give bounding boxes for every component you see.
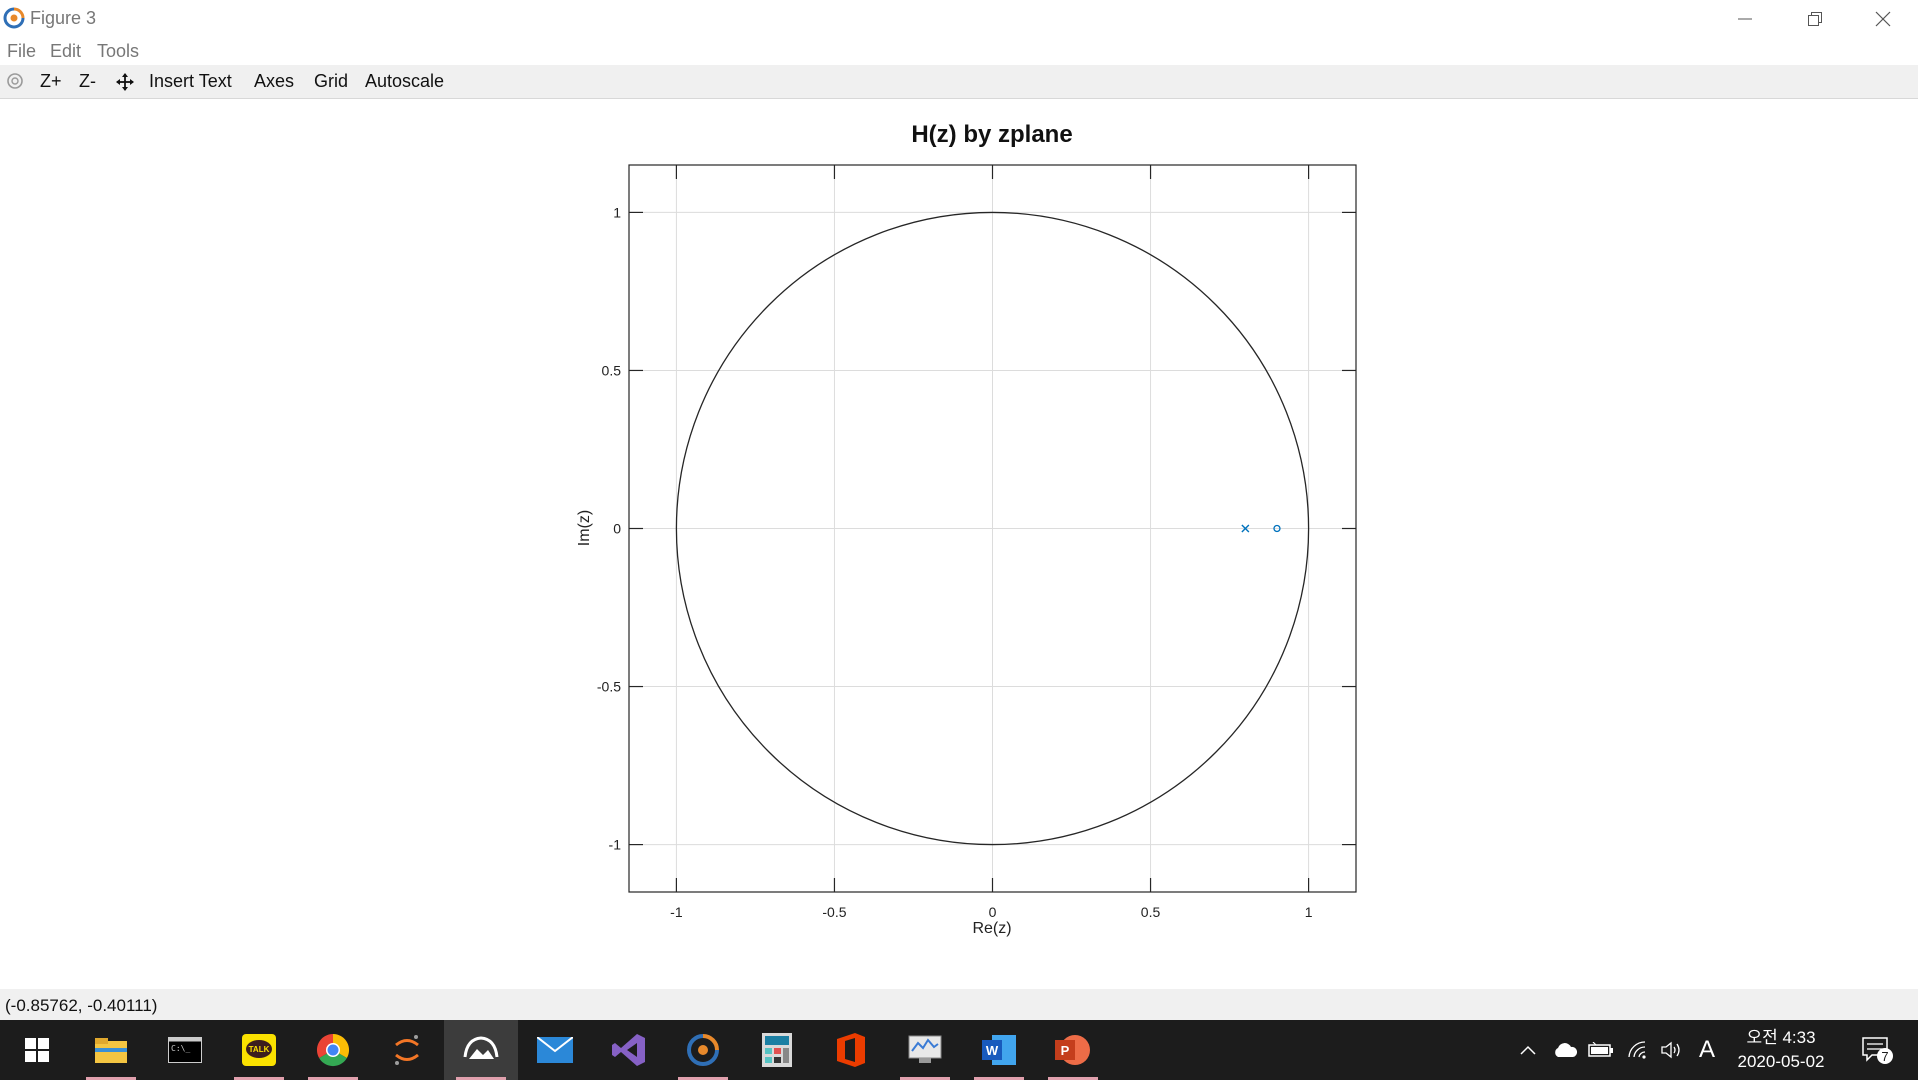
tray-network[interactable] — [1623, 1020, 1653, 1080]
taskbar-office[interactable] — [814, 1020, 888, 1080]
show-hidden-icons[interactable] — [1514, 1020, 1542, 1080]
y-tick-label: 0 — [613, 521, 621, 537]
zplane-plot: H(z) by zplane -1 -0.5 0 0.5 1 1 0.5 0 -0.5 -1 Re… — [576, 121, 1357, 937]
cloud-icon — [1555, 1043, 1578, 1057]
restore-icon — [1808, 11, 1822, 26]
pan-icon — [116, 73, 134, 91]
octave-icon — [687, 1034, 719, 1066]
taskbar-photos[interactable] — [444, 1020, 518, 1080]
autoscale-button[interactable]: Autoscale — [365, 71, 444, 92]
taskbar-kakaotalk[interactable]: TALK — [222, 1020, 296, 1080]
jupyter-icon — [395, 1035, 419, 1065]
axis-ticks: -1 -0.5 0 0.5 1 1 0.5 0 -0.5 -1 — [597, 165, 1356, 920]
clock-date: 2020-05-02 — [1737, 1052, 1825, 1071]
status-bar: (-0.85762, -0.40111) — [0, 989, 1918, 1020]
x-tick-label: 0.5 — [1141, 904, 1161, 920]
office-icon — [837, 1033, 865, 1067]
close-button[interactable] — [1848, 0, 1918, 37]
taskbar-jupyter[interactable] — [370, 1020, 444, 1080]
octave-app-icon — [3, 7, 25, 29]
battery-icon — [1588, 1042, 1613, 1057]
menu-bar: File Edit Tools — [0, 37, 1918, 65]
photos-icon — [463, 1036, 499, 1059]
taskbar-clock[interactable]: 오전 4:33 2020-05-02 — [1716, 1026, 1846, 1074]
start-button[interactable] — [0, 1020, 74, 1080]
x-tick-label: 1 — [1305, 904, 1313, 920]
grid-lines — [629, 165, 1356, 892]
calculator-icon — [762, 1033, 792, 1067]
rotate-button[interactable] — [6, 72, 24, 95]
close-icon — [1875, 11, 1891, 26]
notification-count: 7 — [1881, 1049, 1888, 1064]
notification-icon: 7 — [1862, 1037, 1893, 1064]
figure-toolbar: Z+ Z- Insert Text Axes Grid Autoscale — [0, 65, 1918, 99]
taskbar-terminal[interactable]: C:\_ — [148, 1020, 222, 1080]
taskbar-calculator[interactable] — [740, 1020, 814, 1080]
word-icon: W — [982, 1035, 1016, 1065]
clock-time: 오전 4:33 — [1746, 1028, 1816, 1047]
insert-text-button[interactable]: Insert Text — [149, 71, 232, 92]
x-axis-label: Re(z) — [972, 920, 1011, 937]
svg-text:W: W — [986, 1043, 999, 1058]
tray-volume[interactable] — [1658, 1020, 1688, 1080]
visual-studio-icon — [612, 1034, 645, 1066]
taskbar-file-explorer[interactable] — [74, 1020, 148, 1080]
mail-icon — [537, 1037, 573, 1063]
taskbar-chrome[interactable] — [296, 1020, 370, 1080]
monitor-icon — [908, 1035, 942, 1063]
menu-file[interactable]: File — [7, 41, 36, 62]
y-tick-label: -0.5 — [597, 679, 621, 695]
taskbar-monitor[interactable] — [888, 1020, 962, 1080]
svg-text:TALK: TALK — [249, 1045, 270, 1054]
zoom-in-button[interactable]: Z+ — [40, 71, 62, 92]
taskbar-word[interactable]: W — [962, 1020, 1036, 1080]
svg-text:P: P — [1061, 1043, 1070, 1058]
taskbar-octave[interactable] — [666, 1020, 740, 1080]
pan-button[interactable] — [115, 72, 135, 97]
minimize-icon — [1738, 18, 1752, 19]
windows-start-icon — [25, 1038, 49, 1062]
menu-tools[interactable]: Tools — [97, 41, 139, 62]
y-tick-label: 0.5 — [602, 362, 622, 378]
windows-taskbar: C:\_ TALK W P A 오전 4:33 2020-05-02 7 — [0, 1020, 1918, 1080]
figure-canvas[interactable]: H(z) by zplane -1 -0.5 0 0.5 1 1 0.5 0 -0.5 -1 Re… — [0, 99, 1918, 989]
y-tick-label: 1 — [613, 204, 621, 220]
x-tick-label: -1 — [670, 904, 683, 920]
restore-button[interactable] — [1780, 0, 1850, 37]
y-tick-label: -1 — [609, 837, 622, 853]
taskbar-mail[interactable] — [518, 1020, 592, 1080]
kakaotalk-icon: TALK — [242, 1034, 276, 1066]
y-axis-label: Im(z) — [576, 510, 593, 546]
minimize-button[interactable] — [1710, 0, 1780, 37]
window-title: Figure 3 — [30, 8, 97, 28]
taskbar-powerpoint[interactable]: P — [1036, 1020, 1110, 1080]
file-explorer-icon — [95, 1038, 127, 1063]
zoom-out-button[interactable]: Z- — [79, 71, 96, 92]
speaker-icon — [1661, 1041, 1680, 1059]
terminal-icon: C:\_ — [168, 1037, 202, 1063]
chevron-up-icon — [1520, 1045, 1536, 1055]
menu-edit[interactable]: Edit — [50, 41, 81, 62]
tray-onedrive[interactable] — [1550, 1020, 1580, 1080]
title-bar: Figure 3 — [0, 0, 1918, 37]
wifi-icon — [1628, 1041, 1646, 1059]
rotate-icon — [7, 73, 23, 89]
tray-battery[interactable] — [1586, 1020, 1616, 1080]
axes-button[interactable]: Axes — [254, 71, 294, 92]
plot-title: H(z) by zplane — [911, 121, 1072, 148]
action-center-button[interactable]: 7 — [1852, 1020, 1902, 1080]
svg-text:C:\_: C:\_ — [171, 1044, 190, 1053]
taskbar-visual-studio[interactable] — [592, 1020, 666, 1080]
powerpoint-icon: P — [1055, 1035, 1090, 1065]
grid-button[interactable]: Grid — [314, 71, 348, 92]
chrome-icon — [316, 1034, 350, 1067]
x-tick-label: -0.5 — [822, 904, 846, 920]
x-tick-label: 0 — [989, 904, 997, 920]
cursor-coordinates: (-0.85762, -0.40111) — [5, 996, 158, 1015]
